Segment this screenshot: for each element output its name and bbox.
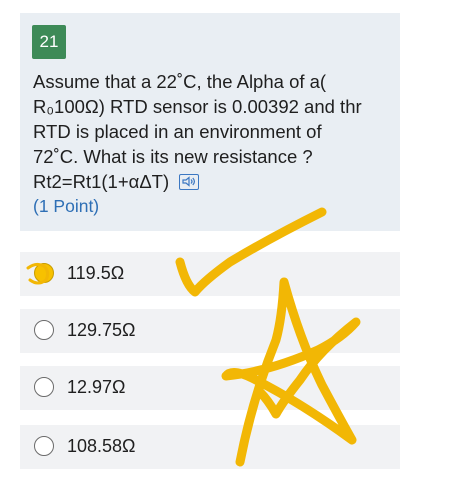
- radio-button-selected[interactable]: [34, 263, 54, 283]
- points-label: (1 Point): [33, 196, 100, 216]
- answer-option-label: 108.58Ω: [67, 436, 136, 456]
- radio-button[interactable]: [34, 320, 54, 340]
- answer-option[interactable]: 12.97Ω: [20, 366, 400, 410]
- answer-option-label: 129.75Ω: [67, 320, 136, 340]
- question-line: R₀100Ω) RTD sensor is 0.00392 and thr: [33, 96, 362, 117]
- question-line: 72˚C. What is its new resistance ?: [33, 146, 313, 167]
- answer-option-label: 119.5Ω: [67, 263, 125, 283]
- question-line: RTD is placed in an environment of: [33, 121, 322, 142]
- answer-option[interactable]: 108.58Ω: [20, 425, 400, 469]
- formula-line: Rt2=Rt1(1+αΔT): [33, 169, 403, 194]
- answer-option[interactable]: 129.75Ω: [20, 309, 400, 353]
- answer-option-label: 12.97Ω: [67, 377, 126, 397]
- question-text: Assume that a 22˚C, the Alpha of a( R₀10…: [33, 69, 403, 219]
- quiz-page: 21 Assume that a 22˚C, the Alpha of a( R…: [0, 0, 474, 502]
- question-line: Assume that a 22˚C, the Alpha of a(: [33, 71, 327, 92]
- formula-text: Rt2=Rt1(1+αΔT): [33, 171, 170, 192]
- answer-option[interactable]: 119.5Ω: [20, 252, 400, 296]
- radio-button[interactable]: [34, 377, 54, 397]
- radio-button[interactable]: [34, 436, 54, 456]
- question-card: 21 Assume that a 22˚C, the Alpha of a( R…: [20, 13, 400, 231]
- question-number-badge: 21: [32, 25, 66, 59]
- speaker-icon[interactable]: [179, 174, 200, 190]
